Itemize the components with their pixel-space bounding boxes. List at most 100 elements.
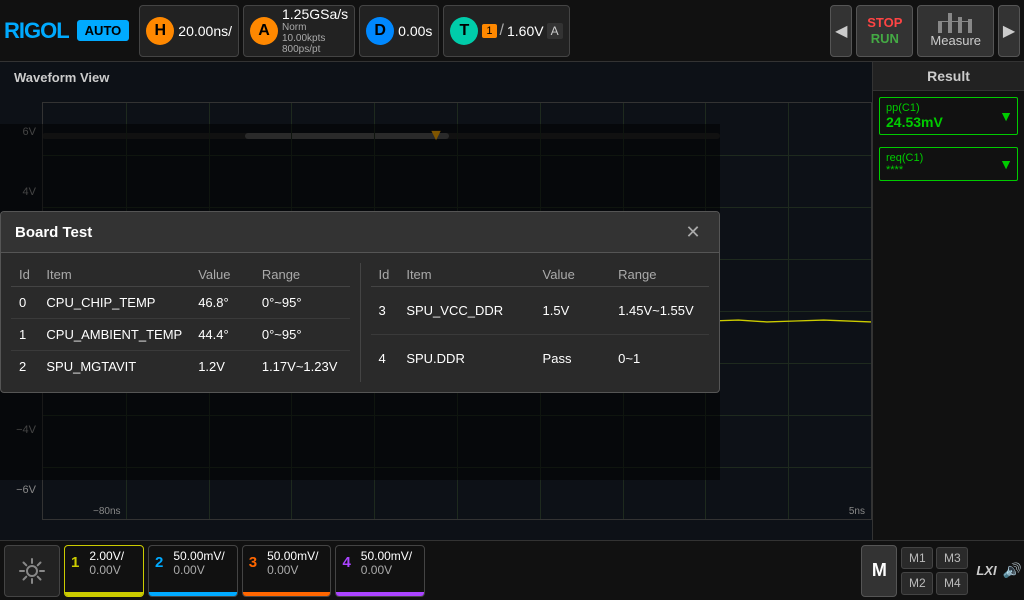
ch1-bar xyxy=(65,592,143,596)
m3-button[interactable]: M3 xyxy=(936,547,968,570)
gear-icon xyxy=(18,557,46,585)
mx-buttons-group: M1 M3 M2 M4 xyxy=(901,545,968,597)
ch1-volt: 2.00V/ xyxy=(89,549,124,563)
channel-1-btn[interactable]: 1 2.00V/ 0.00V xyxy=(64,545,144,597)
ch2-bar xyxy=(149,592,237,596)
table-row: 0 CPU_CHIP_TEMP 46.8° 0°~95° xyxy=(11,287,350,319)
row-range: 0°~95° xyxy=(254,287,350,319)
m1-button[interactable]: M1 xyxy=(901,547,933,570)
d-circle: D xyxy=(366,17,394,45)
right-test-table: Id Item Value Range 3 SPU_VCC_DDR 1.5V 1… xyxy=(371,263,710,382)
auto-badge[interactable]: AUTO xyxy=(77,20,130,41)
row-range: 1.45V~1.55V xyxy=(610,287,709,335)
row-value: Pass xyxy=(535,335,611,382)
d-value-text: 0.00s xyxy=(398,23,432,39)
modal-close-button[interactable]: ✕ xyxy=(681,220,705,244)
modal-overlay: Board Test ✕ Id Item Value Rang xyxy=(0,124,720,480)
row-value: 1.5V xyxy=(535,287,611,335)
ch4-offset: 0.00V xyxy=(361,563,412,577)
result-label-freq: req(C1) xyxy=(886,152,1011,164)
right-th-id: Id xyxy=(371,263,399,287)
row-item: SPU_VCC_DDR xyxy=(398,287,534,335)
ch1-values: 2.00V/ 0.00V xyxy=(83,548,130,578)
m-button[interactable]: M xyxy=(861,545,897,597)
nav-right-btn[interactable]: ▶ xyxy=(998,5,1020,57)
measure-icon xyxy=(938,13,974,33)
result-item-pp[interactable]: pp(C1) 24.53mV ▼ xyxy=(879,97,1018,135)
m4-button[interactable]: M4 xyxy=(936,572,968,595)
ch2-number-area: 2 50.00mV/ 0.00V xyxy=(149,546,237,580)
waveform-title: Waveform View xyxy=(14,70,109,85)
time-label-right: 5ns xyxy=(849,506,865,517)
lxi-label: LXI xyxy=(976,563,996,578)
modal-header: Board Test ✕ xyxy=(1,212,719,253)
time-label-left: −80ns xyxy=(93,506,121,517)
board-test-modal: Board Test ✕ Id Item Value Rang xyxy=(0,211,720,393)
table-row: 4 SPU.DDR Pass 0~1 xyxy=(371,335,710,382)
m2-button[interactable]: M2 xyxy=(901,572,933,595)
table-row: 1 CPU_AMBIENT_TEMP 44.4° 0°~95° xyxy=(11,319,350,351)
horizontal-btn[interactable]: H 20.00ns/ xyxy=(139,5,239,57)
lxi-area: LXI 🔊 xyxy=(976,562,1020,579)
t-slope-icon: / xyxy=(500,22,504,40)
toolbar: RIGOL AUTO H 20.00ns/ A 1.25GSa/s Norm 1… xyxy=(0,0,1024,62)
ch2-number: 2 xyxy=(155,554,163,571)
row-id: 2 xyxy=(11,351,38,383)
right-table-body: 3 SPU_VCC_DDR 1.5V 1.45V~1.55V 4 SPU.DDR… xyxy=(371,287,710,383)
measure-button[interactable]: Measure xyxy=(917,5,994,57)
channel-2-btn[interactable]: 2 50.00mV/ 0.00V xyxy=(148,545,238,597)
ch3-values: 50.00mV/ 0.00V xyxy=(261,548,324,578)
row-value: 44.4° xyxy=(190,319,254,351)
ch1-number: 1 xyxy=(71,554,79,571)
ch3-volt: 50.00mV/ xyxy=(267,549,318,563)
result-dropdown-pp[interactable]: ▼ xyxy=(999,108,1013,124)
result-header: Result xyxy=(873,62,1024,91)
t-details: 1 / 1.60V A xyxy=(482,22,562,40)
stop-run-button[interactable]: STOP RUN xyxy=(856,5,913,57)
left-th-range: Range xyxy=(254,263,350,287)
table-row: 3 SPU_VCC_DDR 1.5V 1.45V~1.55V xyxy=(371,287,710,335)
nav-left-btn[interactable]: ◀ xyxy=(830,5,852,57)
h-value-text: 20.00ns/ xyxy=(178,23,232,39)
table-container: Id Item Value Range 0 CPU_CHIP_TEMP 46.8… xyxy=(1,253,719,392)
ch2-volt: 50.00mV/ xyxy=(173,549,224,563)
left-th-id: Id xyxy=(11,263,38,287)
row-item: SPU.DDR xyxy=(398,335,534,382)
right-th-item: Item xyxy=(398,263,534,287)
ch4-volt: 50.00mV/ xyxy=(361,549,412,563)
delay-btn[interactable]: D 0.00s xyxy=(359,5,439,57)
right-th-value: Value xyxy=(535,263,611,287)
acquisition-btn[interactable]: A 1.25GSa/s Norm 10.00kpts 800ps/pt xyxy=(243,5,355,57)
ch4-bar xyxy=(336,592,424,596)
ch4-number: 4 xyxy=(342,554,350,571)
row-value: 1.2V xyxy=(190,351,254,383)
result-item-freq[interactable]: req(C1) **** ▼ xyxy=(879,147,1018,181)
modal-title: Board Test xyxy=(15,224,92,241)
waveform-view: Waveform View ▼ 6V 4V 2V 1 −2V −4V −6V xyxy=(0,62,872,540)
left-table-body: 0 CPU_CHIP_TEMP 46.8° 0°~95° 1 CPU_AMBIE… xyxy=(11,287,350,383)
channel-4-btn[interactable]: 4 50.00mV/ 0.00V xyxy=(335,545,425,597)
row-item: SPU_MGTAVIT xyxy=(38,351,190,383)
settings-button[interactable] xyxy=(4,545,60,597)
result-dropdown-freq[interactable]: ▼ xyxy=(999,156,1013,172)
row-range: 0~1 xyxy=(610,335,709,382)
t-ch-label: A xyxy=(547,23,563,39)
y-label-neg6v: −6V xyxy=(16,484,36,496)
t-ch-badge: 1 xyxy=(482,24,496,38)
ch4-values: 50.00mV/ 0.00V xyxy=(355,548,418,578)
ch2-offset: 0.00V xyxy=(173,563,224,577)
row-item: CPU_AMBIENT_TEMP xyxy=(38,319,190,351)
t-circle: T xyxy=(450,17,478,45)
left-test-table: Id Item Value Range 0 CPU_CHIP_TEMP 46.8… xyxy=(11,263,350,382)
bottom-bar: 1 2.00V/ 0.00V 2 50.00mV/ 0.00V 3 50.00m… xyxy=(0,540,1024,600)
row-range: 0°~95° xyxy=(254,319,350,351)
trigger-btn[interactable]: T 1 / 1.60V A xyxy=(443,5,569,57)
table-divider xyxy=(360,263,361,382)
ch3-number-area: 3 50.00mV/ 0.00V xyxy=(243,546,331,580)
row-item: CPU_CHIP_TEMP xyxy=(38,287,190,319)
result-value-freq: **** xyxy=(886,164,1011,176)
result-label-pp: pp(C1) xyxy=(886,102,1011,114)
row-id: 1 xyxy=(11,319,38,351)
channel-3-btn[interactable]: 3 50.00mV/ 0.00V xyxy=(242,545,332,597)
modal-body: Id Item Value Range 0 CPU_CHIP_TEMP 46.8… xyxy=(1,253,719,392)
